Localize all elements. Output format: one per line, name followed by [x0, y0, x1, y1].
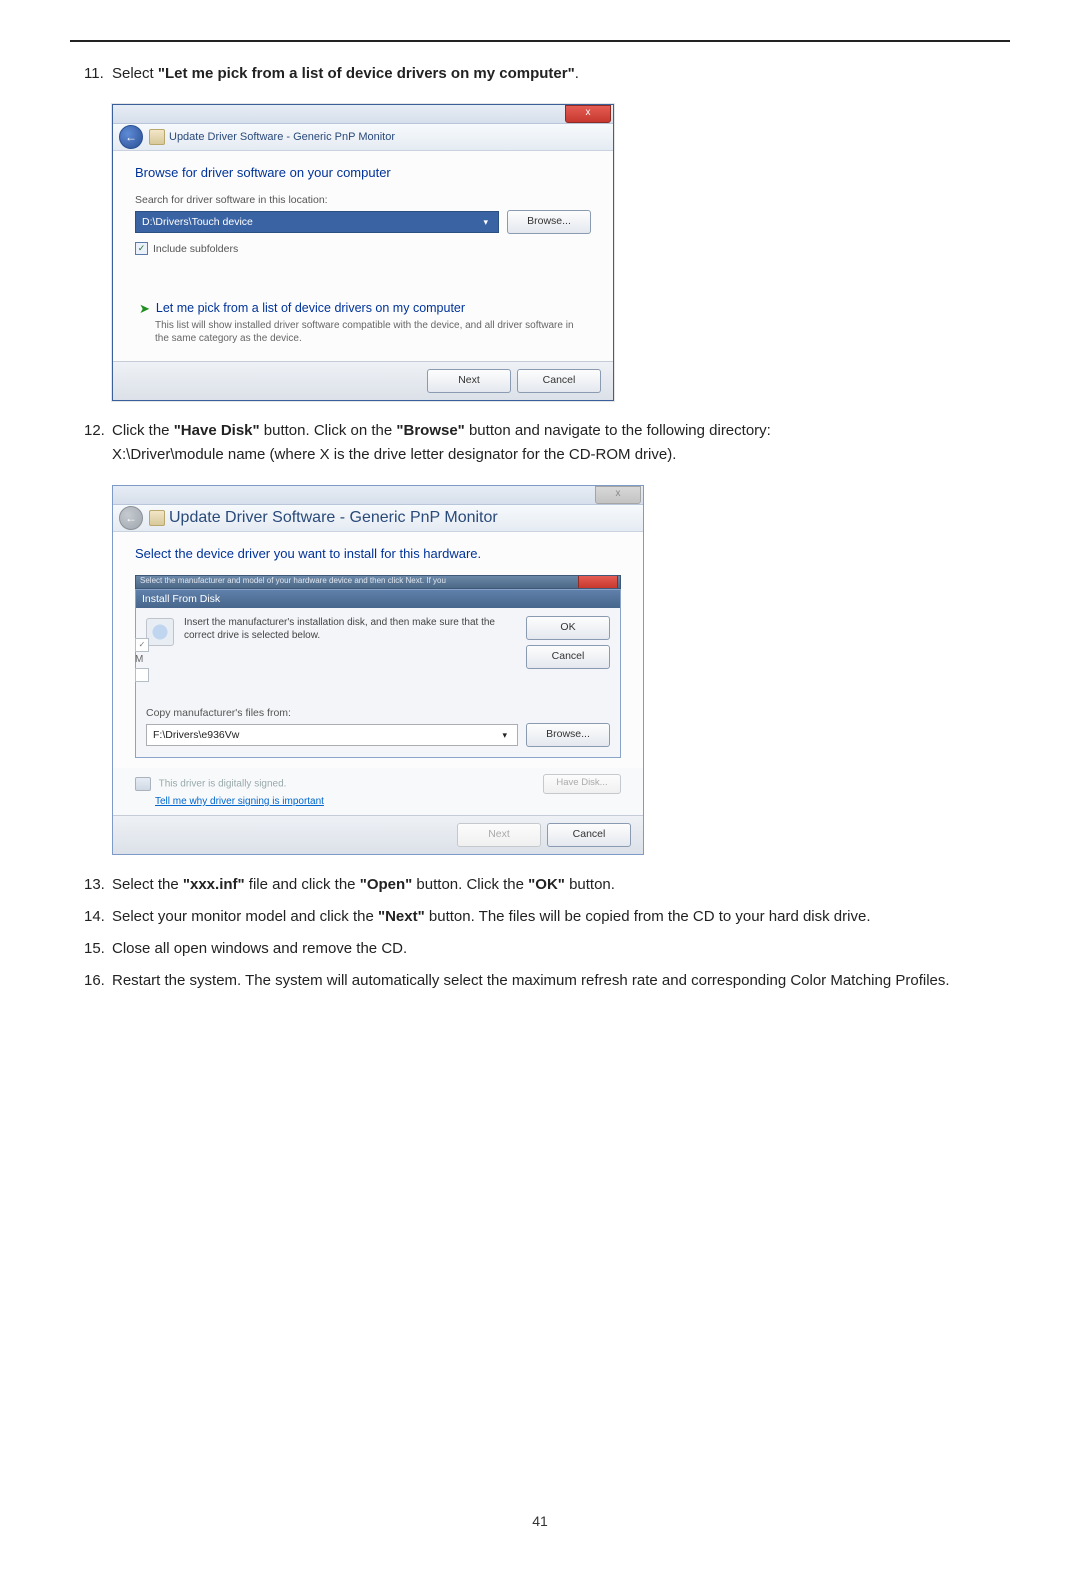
close-icon[interactable]: x: [565, 105, 611, 123]
step-16: 16. Restart the system. The system will …: [70, 969, 1010, 993]
browse-button[interactable]: Browse...: [526, 723, 610, 747]
back-arrow-icon[interactable]: ←: [119, 506, 143, 530]
step-number: 14.: [70, 905, 112, 929]
arrow-right-icon: ➤: [139, 301, 150, 317]
background-sidebar-hints: ✓ M: [135, 638, 149, 682]
copy-from-label: Copy manufacturer's files from:: [146, 707, 610, 719]
next-button[interactable]: Next: [427, 369, 511, 393]
cancel-button-small[interactable]: Cancel: [526, 645, 610, 669]
disk-icon: [146, 618, 174, 646]
step-14: 14. Select your monitor model and click …: [70, 905, 1010, 929]
dimmed-background-text: Select the manufacturer and model of you…: [135, 575, 621, 589]
step-text: Click the "Have Disk" button. Click on t…: [112, 419, 1010, 467]
next-button: Next: [457, 823, 541, 847]
window-titlebar: x: [113, 486, 643, 505]
top-rule: [70, 40, 1010, 42]
breadcrumb-text: Update Driver Software - Generic PnP Mon…: [169, 509, 498, 527]
breadcrumb: ← Update Driver Software - Generic PnP M…: [113, 124, 613, 151]
include-subfolders-label: Include subfolders: [153, 243, 238, 255]
shield-icon: [135, 777, 151, 791]
update-driver-dialog-1: x ← Update Driver Software - Generic PnP…: [112, 104, 614, 401]
window-icon: [149, 510, 165, 526]
step-15: 15. Close all open windows and remove th…: [70, 937, 1010, 961]
dialog-heading: Select the device driver you want to ins…: [135, 546, 621, 561]
cancel-button[interactable]: Cancel: [547, 823, 631, 847]
window-icon: [149, 129, 165, 145]
include-subfolders-checkbox[interactable]: ✓: [135, 242, 148, 255]
ok-button[interactable]: OK: [526, 616, 610, 640]
breadcrumb-text: Update Driver Software - Generic PnP Mon…: [169, 131, 395, 143]
dialog-heading: Browse for driver software on your compu…: [135, 165, 591, 180]
let-me-pick-option[interactable]: ➤ Let me pick from a list of device driv…: [135, 295, 591, 351]
screenshot-2: x ← Update Driver Software - Generic PnP…: [112, 485, 1010, 855]
have-disk-button: Have Disk...: [543, 774, 621, 794]
chevron-down-icon[interactable]: ▾: [498, 725, 511, 745]
pick-option-title: Let me pick from a list of device driver…: [156, 301, 465, 317]
window-titlebar: x: [113, 105, 613, 124]
install-from-disk-dialog: Install From Disk Insert the manufacture…: [135, 589, 621, 758]
cancel-button[interactable]: Cancel: [517, 369, 601, 393]
step-number: 12.: [70, 419, 112, 443]
screenshot-1: x ← Update Driver Software - Generic PnP…: [112, 104, 1010, 401]
step-12: 12. Click the "Have Disk" button. Click …: [70, 419, 1010, 467]
step-number: 16.: [70, 969, 112, 993]
breadcrumb: ← Update Driver Software - Generic PnP M…: [113, 505, 643, 532]
driver-signed-row: This driver is digitally signed.: [135, 777, 286, 791]
step-13: 13. Select the "xxx.inf" file and click …: [70, 873, 1010, 897]
step-text: Select the "xxx.inf" file and click the …: [112, 873, 1010, 897]
close-icon: [578, 575, 618, 589]
back-arrow-icon[interactable]: ←: [119, 125, 143, 149]
search-location-label: Search for driver software in this locat…: [135, 194, 591, 206]
step-number: 13.: [70, 873, 112, 897]
checkbox-icon: ✓: [135, 638, 149, 652]
step-text: Close all open windows and remove the CD…: [112, 937, 1010, 961]
step-11: 11. Select "Let me pick from a list of d…: [70, 62, 1010, 86]
step-text: Restart the system. The system will auto…: [112, 969, 1010, 993]
driver-signing-link[interactable]: Tell me why driver signing is important: [155, 796, 324, 807]
install-from-disk-text: Insert the manufacturer's installation d…: [184, 616, 516, 642]
pick-option-desc: This list will show installed driver sof…: [155, 319, 587, 345]
step-text: Select "Let me pick from a list of devic…: [112, 62, 1010, 86]
close-icon[interactable]: x: [595, 486, 641, 504]
step-text: Select your monitor model and click the …: [112, 905, 1010, 929]
chevron-down-icon[interactable]: ▾: [479, 212, 492, 232]
driver-signed-text: This driver is digitally signed.: [159, 779, 287, 790]
step-number: 15.: [70, 937, 112, 961]
step-number: 11.: [70, 62, 112, 86]
update-driver-dialog-2: x ← Update Driver Software - Generic PnP…: [112, 485, 644, 855]
driver-path-input[interactable]: D:\Drivers\Touch device ▾: [135, 211, 499, 233]
list-icon: [135, 668, 149, 682]
install-from-disk-title: Install From Disk: [136, 590, 620, 608]
copy-from-path-input[interactable]: F:\Drivers\e936Vw ▾: [146, 724, 518, 746]
browse-button[interactable]: Browse...: [507, 210, 591, 234]
